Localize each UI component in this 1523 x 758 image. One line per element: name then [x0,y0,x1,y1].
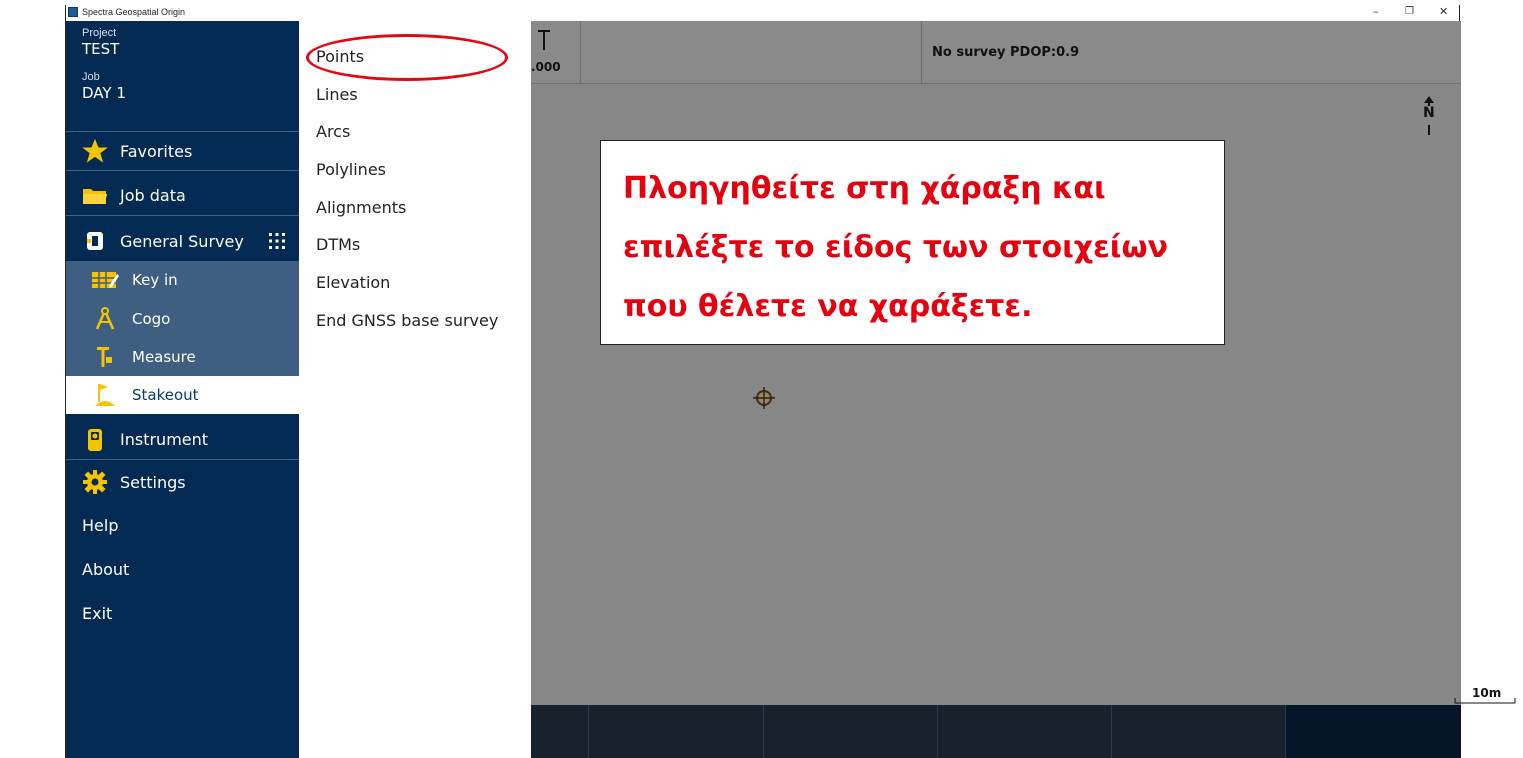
folder-icon [80,184,110,208]
survey-pole-icon [90,345,120,369]
keyboard-icon [90,270,120,290]
sidebar-item-measure[interactable]: Measure [66,338,299,375]
softkey-6[interactable] [1286,705,1461,758]
app-icon [68,7,78,17]
softkey-2[interactable] [589,705,764,758]
callout-line-1: Πλοηγηθείτε στη χάραξη και [623,171,1106,206]
star-icon [80,138,110,163]
menu-item-elevation[interactable]: Elevation [316,273,390,292]
minimize-button[interactable]: – [1373,5,1379,19]
status-bar: .000 No survey PDOP:0.9 [531,21,1461,84]
menu-item-alignments[interactable]: Alignments [316,198,406,217]
instrument-icon [80,428,110,452]
project-label: Project [82,27,117,39]
sidebar-item-label: Settings [120,472,186,492]
status-empty-cell [581,21,922,84]
sidebar-item-cogo[interactable]: Cogo [66,300,299,337]
sidebar-item-favorites[interactable]: Favorites [66,131,299,171]
survey-pole-icon [538,30,550,50]
project-info[interactable]: Project TEST [82,27,119,58]
sidebar-item-label: General Survey [120,231,244,251]
stakeout-submenu: Points Lines Arcs Polylines Alignments D… [299,21,531,758]
menu-item-lines[interactable]: Lines [316,85,358,104]
sidebar-item-about[interactable]: About [82,560,129,579]
menu-item-end-gnss-base-survey[interactable]: End GNSS base survey [316,311,498,330]
title-bar: Spectra Geospatial Origin – ❐ ✕ [66,5,1459,21]
map-view[interactable] [531,21,1461,705]
job-value: DAY 1 [82,84,126,102]
sidebar-item-label: Measure [132,347,196,366]
app-window: Spectra Geospatial Origin – ❐ ✕ Project … [65,5,1516,758]
instruction-callout: Πλοηγηθείτε στη χάραξη και επιλέξτε το ε… [600,140,1225,345]
north-arrow[interactable]: N [1421,95,1437,139]
app-grid-icon[interactable] [268,232,286,250]
sidebar-item-general-survey[interactable]: General Survey [66,221,299,261]
north-label: N [1423,105,1435,121]
sidebar-item-label: Instrument [120,430,209,449]
sidebar-item-job-data[interactable]: Job data [66,176,299,216]
softkey-4[interactable] [938,705,1112,758]
compass-icon [90,306,120,331]
sidebar-item-settings[interactable]: Settings [66,462,299,502]
sidebar-item-label: Stakeout [132,386,199,404]
project-value: TEST [82,40,120,58]
sidebar-item-instrument[interactable]: Instrument [66,420,299,460]
crosshair-icon [752,386,776,410]
job-label: Job [82,71,100,83]
sidebar-item-key-in[interactable]: Key in [66,261,299,298]
restore-button[interactable]: ❐ [1405,5,1414,19]
window-title: Spectra Geospatial Origin [82,7,186,17]
stakeout-flag-icon [90,382,120,408]
screenshot-frame: Spectra Geospatial Origin – ❐ ✕ Project … [0,0,1523,758]
menu-item-arcs[interactable]: Arcs [316,122,350,141]
status-height-cell[interactable]: .000 [531,21,581,84]
sidebar-item-label: Cogo [132,309,171,328]
callout-line-3: που θέλετε να χαράξετε. [623,289,1033,324]
softkey-1[interactable] [531,705,589,758]
sidebar-item-exit[interactable]: Exit [82,604,112,623]
sidebar-item-help[interactable]: Help [82,516,118,535]
survey-style-icon [80,229,110,253]
highlight-ellipse [306,34,508,81]
close-button[interactable]: ✕ [1439,5,1448,19]
sidebar: Project TEST Job DAY 1 Favorites Job dat… [66,21,299,758]
sidebar-item-label: Favorites [120,141,193,161]
sidebar-item-label: Job data [120,186,186,205]
bottom-softkey-bar [531,705,1461,758]
gear-icon [80,470,110,494]
softkey-3[interactable] [764,705,938,758]
general-survey-submenu: Key in Cogo Measure [66,261,299,376]
job-info[interactable]: Job DAY 1 [82,71,126,102]
height-value: .000 [531,60,561,74]
status-survey-cell[interactable]: No survey PDOP:0.9 [922,21,1461,84]
softkey-5[interactable] [1112,705,1286,758]
sidebar-item-label: Key in [132,270,178,289]
sidebar-item-stakeout[interactable]: Stakeout [66,376,299,414]
menu-item-dtms[interactable]: DTMs [316,235,360,254]
scale-label: 10m [1472,686,1502,700]
survey-status-text: No survey PDOP:0.9 [932,45,1080,60]
callout-line-2: επιλέξτε το είδος των στοιχείων [623,230,1169,265]
map-scale-bar: 10m [1454,686,1516,704]
menu-item-polylines[interactable]: Polylines [316,160,386,179]
